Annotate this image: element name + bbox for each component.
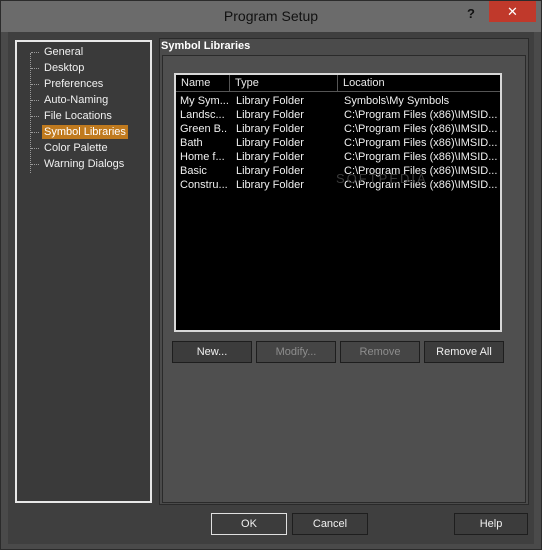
cell-location: Symbols\My Symbols	[344, 95, 450, 107]
tree-item-desktop[interactable]: Desktop	[31, 61, 86, 75]
list-row[interactable]: Bath Library Folder C:\Program Files (x8…	[176, 136, 500, 150]
remove-all-button[interactable]: Remove All	[424, 341, 504, 363]
cell-type: Library Folder	[236, 151, 304, 163]
new-button[interactable]: New...	[172, 341, 252, 363]
tree-branch	[31, 83, 39, 85]
help-icon[interactable]: ?	[461, 4, 481, 24]
cell-type: Library Folder	[236, 109, 304, 121]
tree-branch	[31, 67, 39, 69]
tree-item-label: Warning Dialogs	[44, 158, 125, 170]
cell-location: C:\Program Files (x86)\IMSID...	[344, 109, 498, 121]
title-bar[interactable]: Program Setup ? ✕	[1, 1, 541, 32]
panel-title: Symbol Libraries	[161, 40, 251, 52]
list-row[interactable]: Green B... Library Folder C:\Program Fil…	[176, 122, 500, 136]
help-button[interactable]: Help	[454, 513, 528, 535]
tree-item-label: Auto-Naming	[44, 94, 109, 106]
tree-item-general[interactable]: General	[31, 45, 85, 59]
symbol-libraries-panel: Symbol Libraries Name Type Location My S…	[159, 38, 529, 505]
panel-body: Name Type Location My Sym... Library Fol…	[162, 55, 526, 503]
tree-item-warning-dialogs[interactable]: Warning Dialogs	[31, 157, 126, 171]
cancel-button[interactable]: Cancel	[292, 513, 368, 535]
ok-button[interactable]: OK	[211, 513, 287, 535]
cell-type: Library Folder	[236, 179, 304, 191]
program-setup-window: Program Setup ? ✕ General Desktop Prefer…	[0, 0, 542, 550]
settings-tree: General Desktop Preferences Auto-Naming …	[15, 40, 152, 503]
list-row[interactable]: My Sym... Library Folder Symbols\My Symb…	[176, 94, 500, 108]
cell-name: Basic	[180, 165, 207, 177]
remove-button[interactable]: Remove	[340, 341, 420, 363]
close-icon: ✕	[507, 4, 518, 19]
close-button[interactable]: ✕	[489, 1, 536, 22]
watermark-text: SOFTPEDIA	[336, 171, 428, 186]
tree-item-label: Desktop	[44, 62, 85, 74]
dialog-client-area: General Desktop Preferences Auto-Naming …	[8, 32, 534, 544]
column-header-name[interactable]: Name	[176, 75, 230, 91]
cell-name: Landsc...	[180, 109, 225, 121]
tree-item-label: File Locations	[44, 110, 112, 122]
tree-branch	[31, 163, 39, 165]
cell-name: Home f...	[180, 151, 225, 163]
cell-location: C:\Program Files (x86)\IMSID...	[344, 151, 498, 163]
tree-branch	[31, 147, 39, 149]
tree-item-color-palette[interactable]: Color Palette	[31, 141, 110, 155]
cell-name: Constru...	[180, 179, 228, 191]
tree-branch	[31, 115, 39, 117]
tree-item-file-locations[interactable]: File Locations	[31, 109, 114, 123]
cell-type: Library Folder	[236, 137, 304, 149]
cell-name: Green B...	[180, 123, 228, 135]
cell-type: Library Folder	[236, 123, 304, 135]
window-title: Program Setup	[223, 8, 319, 24]
cell-name: My Sym...	[180, 95, 228, 107]
cell-location: C:\Program Files (x86)\IMSID...	[344, 123, 498, 135]
tree-item-label: General	[44, 46, 84, 58]
modify-button[interactable]: Modify...	[256, 341, 336, 363]
column-header-type[interactable]: Type	[230, 75, 338, 91]
list-row[interactable]: Home f... Library Folder C:\Program File…	[176, 150, 500, 164]
cell-type: Library Folder	[236, 165, 304, 177]
cell-name: Bath	[180, 137, 203, 149]
tree-branch	[31, 99, 39, 101]
library-list[interactable]: Name Type Location My Sym... Library Fol…	[174, 73, 502, 332]
list-row[interactable]: Landsc... Library Folder C:\Program File…	[176, 108, 500, 122]
column-header-location[interactable]: Location	[338, 75, 500, 91]
tree-branch	[31, 51, 39, 53]
tree-item-label: Color Palette	[44, 142, 108, 154]
cell-location: C:\Program Files (x86)\IMSID...	[344, 137, 498, 149]
tree-item-label: Preferences	[44, 78, 104, 90]
list-header: Name Type Location	[176, 75, 500, 92]
tree-item-auto-naming[interactable]: Auto-Naming	[31, 93, 110, 107]
tree-item-label: Symbol Libraries	[42, 125, 128, 139]
tree-item-symbol-libraries[interactable]: Symbol Libraries	[31, 125, 128, 139]
cell-type: Library Folder	[236, 95, 304, 107]
tree-item-preferences[interactable]: Preferences	[31, 77, 105, 91]
tree-branch	[31, 131, 39, 133]
